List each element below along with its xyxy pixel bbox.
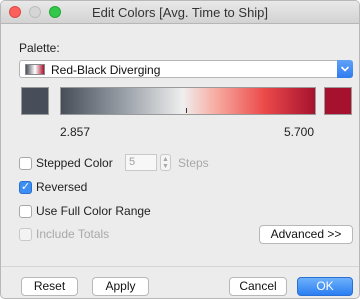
cancel-button[interactable]: Cancel — [229, 277, 287, 296]
start-color-swatch[interactable] — [21, 87, 49, 115]
steps-label: Steps — [178, 156, 209, 170]
include-totals-label: Include Totals — [36, 227, 110, 241]
end-color-swatch[interactable] — [324, 87, 352, 115]
palette-selected-value: Red-Black Diverging — [51, 63, 161, 77]
window-title: Edit Colors [Avg. Time to Ship] — [91, 5, 269, 20]
reversed-label: Reversed — [36, 180, 88, 194]
color-gradient-bar[interactable] — [60, 87, 316, 115]
palette-label: Palette: — [19, 41, 60, 55]
steps-input[interactable]: 5 — [125, 154, 157, 171]
use-full-range-checkbox[interactable] — [19, 205, 32, 218]
chevron-down-icon[interactable] — [337, 60, 353, 78]
apply-button[interactable]: Apply — [92, 277, 149, 296]
steps-stepper[interactable]: ▲ ▼ — [160, 154, 171, 171]
stepper-down-icon[interactable]: ▼ — [161, 163, 170, 170]
stepped-color-checkbox[interactable] — [19, 157, 32, 170]
footer-divider — [1, 266, 359, 267]
advanced-button[interactable]: Advanced >> — [259, 225, 353, 244]
range-min-value: 2.857 — [60, 125, 91, 139]
reversed-checkbox[interactable] — [19, 180, 32, 194]
edit-colors-dialog: Edit Colors [Avg. Time to Ship] Palette:… — [0, 0, 360, 299]
palette-dropdown[interactable]: Red-Black Diverging — [19, 60, 353, 78]
palette-swatch — [25, 64, 45, 75]
include-totals-checkbox — [19, 228, 32, 241]
reset-button[interactable]: Reset — [21, 277, 78, 296]
ok-button[interactable]: OK — [297, 277, 353, 296]
center-marker — [186, 108, 187, 113]
stepped-color-label: Stepped Color — [36, 156, 113, 170]
title-bar: Edit Colors [Avg. Time to Ship] — [1, 1, 359, 24]
stepper-up-icon[interactable]: ▲ — [161, 156, 170, 163]
use-full-range-label: Use Full Color Range — [36, 204, 151, 218]
range-max-value: 5.700 — [284, 125, 315, 139]
